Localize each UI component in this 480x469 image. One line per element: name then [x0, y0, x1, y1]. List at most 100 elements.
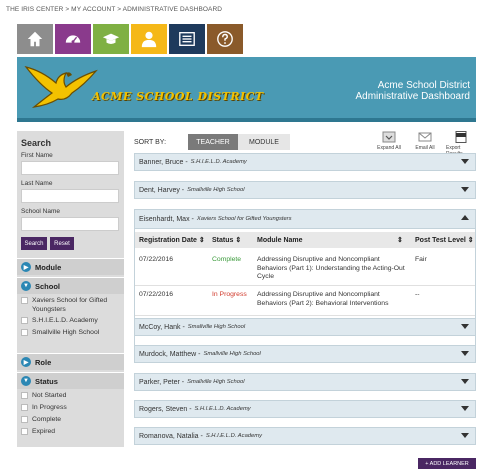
column-header-registration-date[interactable]: Registration Date ⇕ — [139, 232, 205, 248]
chevron-down-icon[interactable] — [461, 159, 469, 164]
sort-teacher-button[interactable]: TEACHER — [188, 134, 238, 150]
teacher-row[interactable]: Romanova, Natalia - S.H.I.E.L.D. Academy — [134, 427, 476, 445]
separator: - — [180, 323, 185, 331]
tab-home[interactable] — [17, 24, 53, 54]
sort-icon: ⇕ — [235, 237, 242, 244]
teacher-name: Murdock, Matthew — [139, 350, 197, 358]
status-option[interactable]: In Progress — [21, 403, 67, 412]
teacher-name: Romanova, Natalia — [139, 432, 199, 440]
page-title: Acme School District Administrative Dash… — [356, 80, 471, 102]
checkbox[interactable] — [21, 317, 28, 324]
user-icon — [141, 31, 157, 48]
separator: - — [187, 405, 192, 413]
school-name-field[interactable] — [21, 217, 119, 231]
column-header-label: Status — [212, 236, 234, 244]
tab-admin[interactable] — [169, 24, 205, 54]
csv-file-icon — [455, 131, 467, 143]
graduation-cap-icon — [102, 33, 120, 44]
separator: - — [179, 378, 185, 386]
status-option-label: Not Started — [32, 392, 67, 399]
sort-icon: ⇕ — [198, 237, 205, 244]
checkbox[interactable] — [21, 416, 28, 423]
facet-status-label: Status — [35, 376, 58, 386]
tab-account[interactable] — [131, 24, 167, 54]
column-header-status[interactable]: Status ⇕ — [212, 232, 241, 248]
module-name[interactable]: Addressing Disruptive and Noncompliant B… — [257, 256, 407, 282]
status-option[interactable]: Not Started — [21, 391, 66, 400]
teacher-school: Smallville High School — [187, 379, 245, 385]
chevron-down-icon[interactable] — [461, 324, 469, 329]
facet-status[interactable]: ▼ Status — [17, 372, 124, 389]
teacher-row[interactable]: Rogers, Steven - S.H.I.E.L.D. Academy — [134, 400, 476, 418]
school-option[interactable]: Smallville High School — [21, 328, 99, 337]
last-name-field[interactable] — [21, 189, 119, 203]
teacher-row[interactable]: Murdock, Matthew - Smallville High Schoo… — [134, 345, 476, 363]
chevron-right-icon: ▶ — [21, 357, 31, 367]
tab-dashboard[interactable] — [55, 24, 91, 54]
first-name-field[interactable] — [21, 161, 119, 175]
teacher-row[interactable]: Dent, Harvey - Smallville High School — [134, 181, 476, 199]
separator: - — [183, 158, 188, 166]
facet-school-label: School — [35, 281, 61, 291]
chevron-down-icon: ▼ — [21, 376, 31, 386]
chevron-right-icon: ▶ — [21, 262, 31, 272]
separator: - — [196, 350, 201, 358]
separator: - — [179, 186, 185, 194]
status-option[interactable]: Complete — [21, 415, 61, 424]
teacher-row[interactable]: Parker, Peter - Smallville High School — [134, 373, 476, 391]
checkbox[interactable] — [21, 297, 28, 304]
last-name-label: Last Name — [21, 180, 53, 187]
dashboard-icon — [65, 35, 81, 44]
search-heading: Search — [21, 138, 52, 148]
chevron-down-icon[interactable] — [461, 351, 469, 356]
status-option-label: Complete — [32, 416, 62, 423]
checkbox[interactable] — [21, 428, 28, 435]
facet-role-label: Role — [35, 357, 52, 367]
chevron-down-icon[interactable] — [461, 433, 469, 438]
status-option-label: Expired — [32, 428, 56, 435]
breadcrumb[interactable]: THE IRIS CENTER > MY ACCOUNT > ADMINISTR… — [6, 6, 222, 13]
teacher-name: Dent, Harvey — [139, 186, 180, 194]
registration-date: 07/22/2016 — [139, 291, 174, 298]
tab-courses[interactable] — [93, 24, 129, 54]
facet-module[interactable]: ▶ Module — [17, 258, 124, 275]
sort-module-button[interactable]: MODULE — [238, 134, 290, 150]
facet-role[interactable]: ▶ Role — [17, 353, 124, 370]
teacher-row[interactable]: McCoy, Hank - Smallville High School — [134, 318, 476, 336]
module-name[interactable]: Addressing Disruptive and Noncompliant B… — [257, 291, 407, 308]
teacher-school: S.H.I.E.L.D. Academy — [205, 433, 262, 439]
district-logo-text: ACME SCHOOL DISTRICT — [92, 90, 264, 103]
teacher-name: Banner, Bruce — [139, 158, 184, 166]
dashboard-name: Administrative Dashboard — [355, 91, 471, 102]
chevron-down-icon[interactable] — [461, 379, 469, 384]
status-option[interactable]: Expired — [21, 427, 55, 436]
chevron-up-icon[interactable] — [461, 215, 469, 220]
facet-school[interactable]: ▼ School — [17, 277, 124, 294]
sort-icon[interactable]: ⇕ — [397, 232, 403, 248]
envelope-icon — [418, 132, 432, 142]
separator: - — [189, 215, 194, 223]
checkbox[interactable] — [21, 392, 28, 399]
checkbox[interactable] — [21, 329, 28, 336]
search-button[interactable]: Search — [21, 237, 47, 250]
school-option[interactable]: S.H.I.E.L.D. Academy — [21, 316, 98, 325]
checkbox[interactable] — [21, 404, 28, 411]
column-header-post-test-level[interactable]: Post Test Level ⇕ — [415, 232, 474, 248]
list-icon — [179, 32, 195, 46]
school-option-label: Smallville High School — [32, 329, 100, 336]
column-header-label: Post Test Level — [415, 236, 466, 244]
column-header-module-name[interactable]: Module Name — [257, 232, 303, 248]
school-option[interactable]: Xaviers School for Gifted Youngsters — [21, 296, 121, 314]
tab-help[interactable] — [207, 24, 243, 54]
teacher-row[interactable]: Banner, Bruce - S.H.I.E.L.D. Academy — [134, 153, 476, 171]
sort-icon: ⇕ — [467, 237, 474, 244]
teacher-row-expanded[interactable]: Eisenhardt, Max - Xaviers School for Gif… — [134, 209, 476, 229]
chevron-down-icon[interactable] — [461, 187, 469, 192]
chevron-down-icon[interactable] — [461, 406, 469, 411]
teacher-name: Rogers, Steven — [139, 405, 188, 413]
teacher-school: Xaviers School for Gifted Youngsters — [196, 216, 292, 222]
teacher-school: S.H.I.E.L.D. Academy — [190, 159, 247, 165]
status-badge: In Progress — [212, 291, 247, 298]
reset-button[interactable]: Reset — [50, 237, 74, 250]
add-learner-button[interactable]: + ADD LEARNER — [418, 458, 476, 469]
